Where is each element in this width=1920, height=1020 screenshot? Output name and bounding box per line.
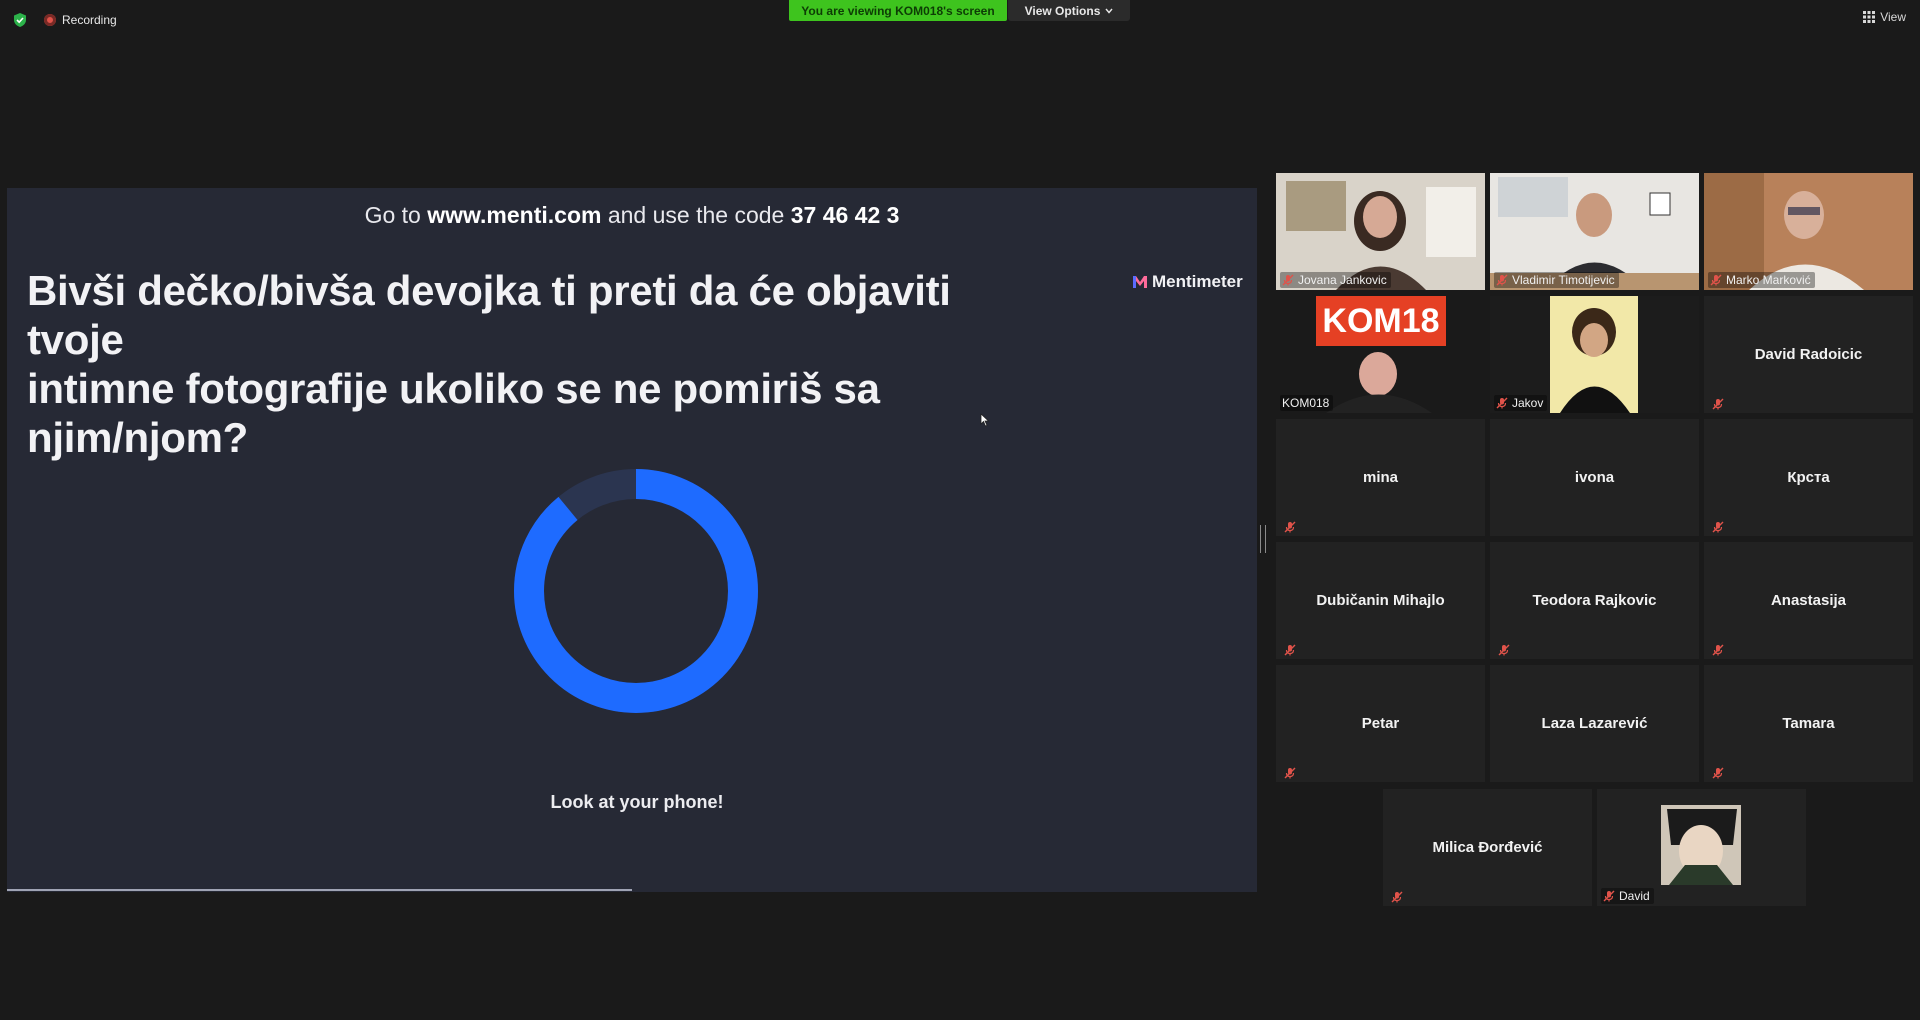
participant-tile[interactable]: KOM18 KOM018 xyxy=(1276,296,1485,413)
view-options-button[interactable]: View Options xyxy=(1008,0,1130,21)
view-options-label: View Options xyxy=(1024,3,1101,18)
participant-tile[interactable]: Jakov xyxy=(1490,296,1699,413)
cursor-icon xyxy=(980,413,990,427)
participant-name: Jovana Jankovic xyxy=(1298,273,1387,287)
participant-tile[interactable]: Laza Lazarević xyxy=(1490,665,1699,782)
svg-text:KOM18: KOM18 xyxy=(1322,302,1439,340)
participant-name-label: David xyxy=(1601,888,1654,904)
participant-tile[interactable]: Anastasija xyxy=(1704,542,1913,659)
muted-mic-icon xyxy=(1496,274,1508,286)
recording-icon xyxy=(44,14,56,26)
code-value: 37 46 42 3 xyxy=(790,202,900,228)
participant-name: Anastasija xyxy=(1770,592,1847,609)
participant-tile[interactable]: Milica Đorđević xyxy=(1383,789,1592,906)
participant-name: David Radoicic xyxy=(1754,346,1863,363)
viewing-screen-banner: You are viewing KOM018's screen xyxy=(789,0,1007,21)
meeting-top-bar: Recording You are viewing KOM018's scree… xyxy=(0,0,1920,40)
participant-tile[interactable]: David xyxy=(1597,789,1806,906)
chevron-down-icon xyxy=(1105,8,1113,14)
question-title: Bivši dečko/bivša devojka ti preti da će… xyxy=(27,266,1037,462)
view-layout-button[interactable]: View xyxy=(1863,10,1906,24)
view-label: View xyxy=(1880,10,1906,24)
code-site: www.menti.com xyxy=(427,202,602,228)
split-divider-handle[interactable] xyxy=(1260,525,1266,553)
mentimeter-brand-label: Mentimeter xyxy=(1152,272,1243,291)
participant-name: David xyxy=(1619,889,1650,903)
participant-tile[interactable]: Tamara xyxy=(1704,665,1913,782)
participant-name-label: Jakov xyxy=(1494,395,1548,411)
muted-mic-icon xyxy=(1284,766,1296,779)
participant-name-label: KOM018 xyxy=(1280,395,1334,411)
participant-name: Jakov xyxy=(1512,396,1544,410)
presentation-progress-bar xyxy=(7,889,1257,891)
muted-mic-icon xyxy=(1282,274,1294,286)
participant-name: mina xyxy=(1362,469,1398,486)
participant-tile[interactable]: Petar xyxy=(1276,665,1485,782)
participant-tile[interactable]: Dubičanin Mihajlo xyxy=(1276,542,1485,659)
participant-name: Petar xyxy=(1361,715,1400,732)
code-mid: and use the code xyxy=(601,202,791,228)
participant-name: Vladimir Timotijevic xyxy=(1512,273,1615,287)
participant-tile[interactable]: Крста xyxy=(1704,419,1913,536)
participant-tile[interactable]: ivona xyxy=(1490,419,1699,536)
look-at-phone-message: Look at your phone! xyxy=(550,792,724,812)
grid-icon xyxy=(1863,11,1876,23)
countdown-fill xyxy=(514,469,758,713)
muted-mic-icon xyxy=(1284,520,1296,533)
muted-mic-icon xyxy=(1712,643,1724,656)
muted-mic-icon xyxy=(1712,520,1724,533)
mentimeter-logo-icon xyxy=(1133,276,1147,288)
participant-name: Teodora Rajkovic xyxy=(1532,592,1657,609)
muted-mic-icon xyxy=(1498,643,1510,656)
presentation-progress-fill xyxy=(7,889,632,891)
participant-name-label: Jovana Jankovic xyxy=(1280,272,1391,288)
participant-name-label: Marko Marković xyxy=(1708,272,1815,288)
participant-name: Крста xyxy=(1787,469,1830,486)
muted-mic-icon xyxy=(1712,766,1724,779)
participant-tile[interactable]: Marko Marković xyxy=(1704,173,1913,290)
participant-name: Dubičanin Mihajlo xyxy=(1316,592,1445,609)
participant-name: Milica Đorđević xyxy=(1432,839,1543,856)
question-line-2: intimne fotografije ukoliko se ne pomiri… xyxy=(27,365,880,461)
participant-name-label: Vladimir Timotijevic xyxy=(1494,272,1619,288)
recording-indicator[interactable]: Recording xyxy=(44,12,117,28)
muted-mic-icon xyxy=(1284,643,1296,656)
participant-name: Marko Marković xyxy=(1726,273,1811,287)
participant-name: Tamara xyxy=(1782,715,1835,732)
recording-label: Recording xyxy=(62,13,117,27)
participant-name: ivona xyxy=(1574,469,1615,486)
join-code-line: Go to www.menti.com and use the code 37 … xyxy=(7,202,1257,229)
participant-tile[interactable]: mina xyxy=(1276,419,1485,536)
code-prefix: Go to xyxy=(364,202,428,228)
question-line-1: Bivši dečko/bivša devojka ti preti da će… xyxy=(27,267,951,363)
muted-mic-icon xyxy=(1603,890,1615,902)
participant-tile[interactable]: Jovana Jankovic xyxy=(1276,173,1485,290)
muted-mic-icon xyxy=(1712,397,1724,410)
countdown-donut xyxy=(514,469,758,713)
participant-tile[interactable]: Teodora Rajkovic xyxy=(1490,542,1699,659)
participant-tile[interactable]: Vladimir Timotijevic xyxy=(1490,173,1699,290)
shared-screen[interactable]: Go to www.menti.com and use the code 37 … xyxy=(7,188,1257,892)
participant-tile[interactable]: David Radoicic xyxy=(1704,296,1913,413)
shield-icon[interactable] xyxy=(12,12,28,28)
muted-mic-icon xyxy=(1710,274,1722,286)
muted-mic-icon xyxy=(1391,890,1403,903)
mentimeter-logo: Mentimeter xyxy=(1133,272,1243,292)
muted-mic-icon xyxy=(1496,397,1508,409)
participant-name: KOM018 xyxy=(1282,396,1330,410)
participant-name: Laza Lazarević xyxy=(1541,715,1648,732)
